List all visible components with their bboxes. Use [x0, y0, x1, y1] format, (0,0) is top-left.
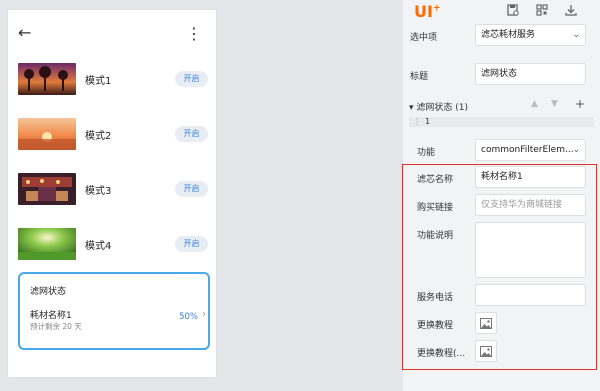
- mode-1-open-button[interactable]: 开启: [175, 71, 208, 87]
- mode-label: 模式2: [85, 131, 112, 142]
- mode-4-open-button[interactable]: 开启: [175, 236, 208, 252]
- back-arrow-icon[interactable]: ←: [18, 23, 31, 42]
- mode-2-thumbnail: [18, 118, 76, 150]
- chevron-down-icon: ⌄: [572, 145, 580, 155]
- chevron-down-icon: ⌄: [572, 30, 580, 40]
- qr-code-icon[interactable]: [535, 4, 549, 18]
- sub-item-index: 1: [425, 117, 431, 126]
- phone-header: ← ⋮: [8, 10, 216, 58]
- function-label: 功能: [417, 148, 436, 158]
- download-icon[interactable]: [564, 4, 578, 18]
- function-value: commonFilterElem...: [481, 145, 574, 155]
- filter-card-percent: 50%: [179, 312, 198, 322]
- mode-row: 模式4 开启: [18, 228, 208, 262]
- filter-card-item-name: 耗材名称1: [30, 311, 72, 321]
- mode-2-open-button[interactable]: 开启: [175, 126, 208, 142]
- save-icon[interactable]: [506, 4, 520, 18]
- mode-row: 模式2 开启: [18, 118, 208, 152]
- add-icon[interactable]: +: [575, 97, 585, 111]
- drag-handle-icon[interactable]: ⋮: [413, 117, 421, 126]
- selected-item-value: 滤芯耗材服务: [481, 30, 536, 40]
- selected-item-select[interactable]: 滤芯耗材服务 ⌄: [475, 24, 586, 46]
- highlight-box: [402, 164, 597, 370]
- title-label: 标题: [410, 72, 429, 82]
- phone-preview: ← ⋮ 模式1 开启 模式2 开启 模式3 开启 模式4 开启 滤网状态 耗材名…: [8, 10, 216, 377]
- filter-card-remaining: 预计剩余 20 天: [30, 322, 82, 331]
- mode-label: 模式4: [85, 241, 112, 252]
- mode-3-thumbnail: [18, 173, 76, 205]
- mode-4-thumbnail: [18, 228, 76, 260]
- mode-label: 模式1: [85, 76, 112, 87]
- move-up-icon[interactable]: ▲: [531, 99, 538, 109]
- mode-1-thumbnail: [18, 63, 76, 95]
- move-down-icon[interactable]: ▼: [551, 99, 558, 109]
- chevron-right-icon: ›: [202, 309, 206, 320]
- function-select[interactable]: commonFilterElem... ⌄: [475, 139, 586, 161]
- mode-row: 模式3 开启: [18, 173, 208, 207]
- mode-3-open-button[interactable]: 开启: [175, 181, 208, 197]
- mode-row: 模式1 开启: [18, 63, 208, 97]
- mode-label: 模式3: [85, 186, 112, 197]
- sub-item-row[interactable]: ⋮ 1: [409, 117, 594, 127]
- app-logo: UI+: [414, 2, 441, 21]
- filter-status-card[interactable]: 滤网状态 耗材名称1 预计剩余 20 天 50% ›: [18, 272, 210, 350]
- section-header[interactable]: ▾ 滤网状态 (1): [409, 100, 468, 113]
- toolbar: UI+: [403, 0, 600, 22]
- section-title: 滤网状态 (1): [416, 103, 469, 113]
- more-options-icon[interactable]: ⋮: [186, 24, 202, 43]
- selected-item-label: 选中项: [410, 33, 438, 43]
- title-input[interactable]: 滤网状态: [475, 63, 586, 85]
- filter-card-title: 滤网状态: [30, 287, 67, 297]
